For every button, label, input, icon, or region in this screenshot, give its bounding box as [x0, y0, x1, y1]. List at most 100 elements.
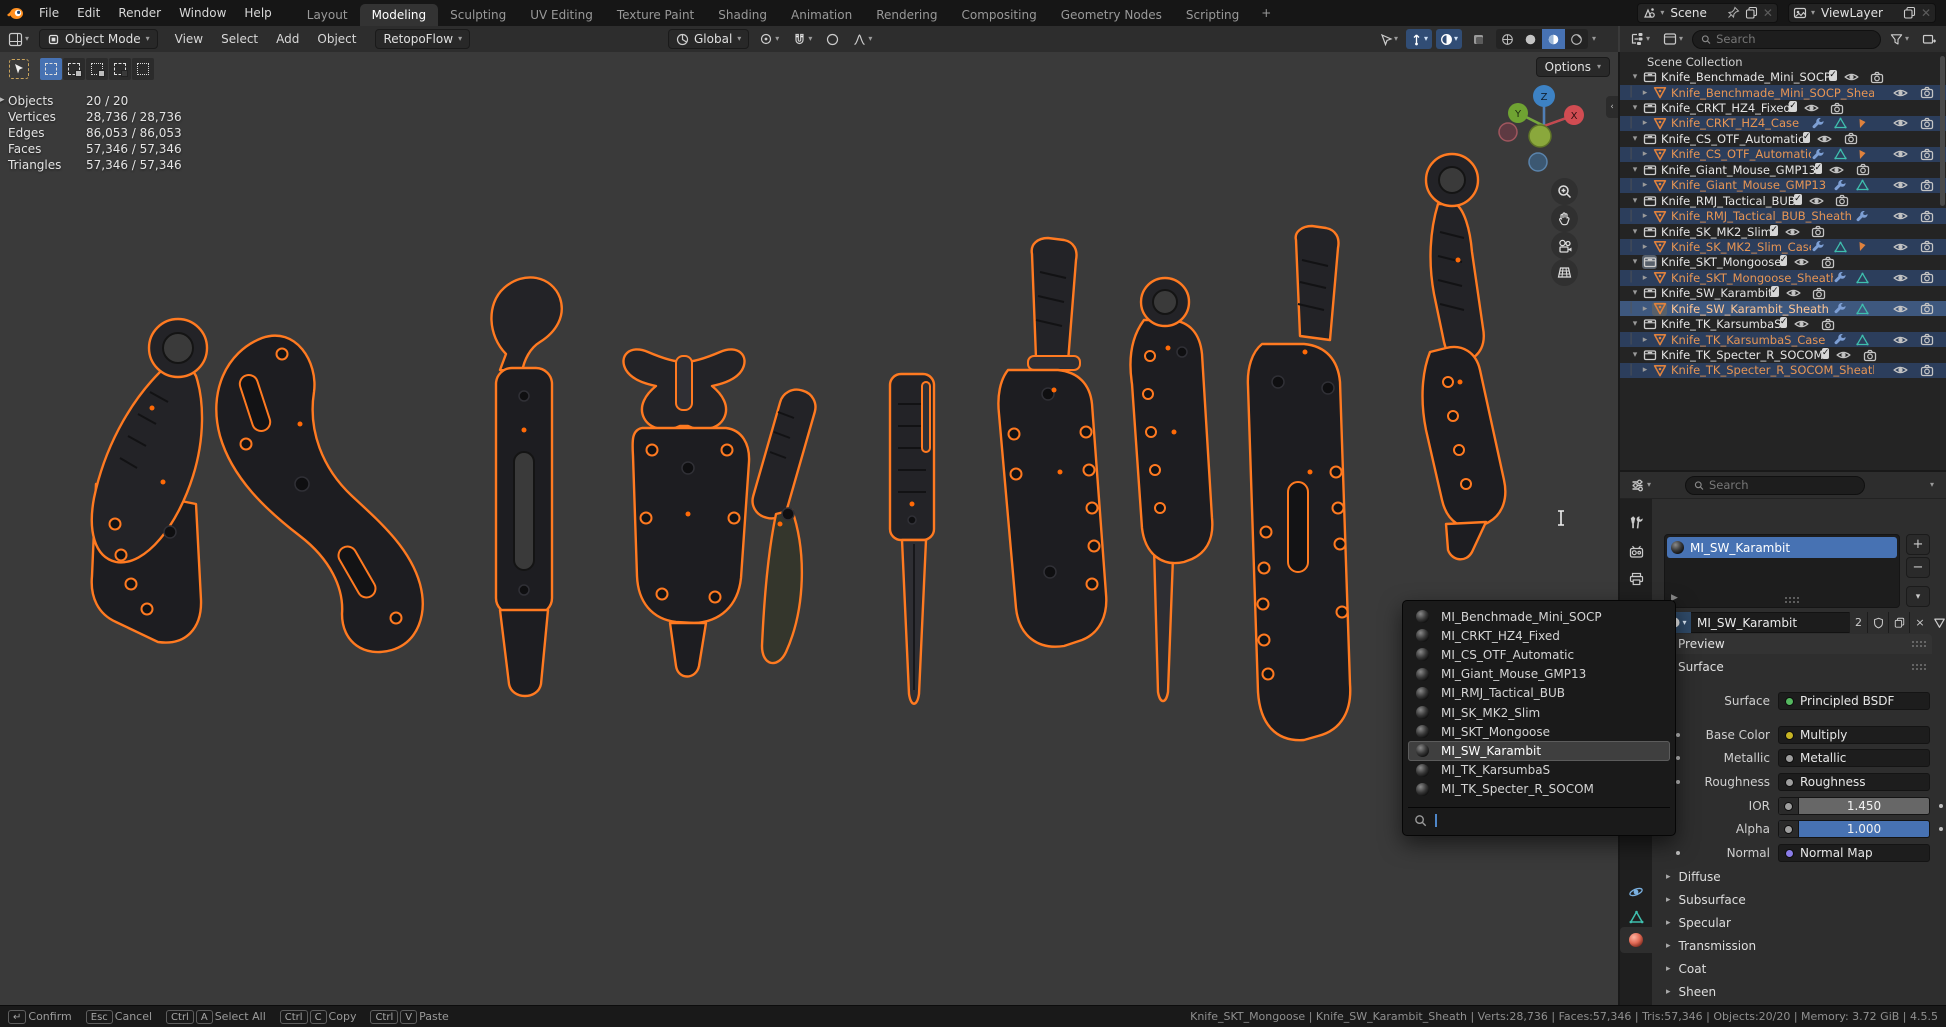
outliner-row-scene-collection[interactable]: Scene Collection	[1620, 54, 1946, 69]
knife-object-bowie[interactable]	[1248, 226, 1350, 740]
outliner-collection-knife-cs-otf-automatic[interactable]: ▾Knife_CS_OTF_Automatic✓	[1620, 131, 1946, 146]
select-mode-set-button[interactable]	[40, 58, 62, 80]
outliner-object-knife-sw-karambit-sheath[interactable]: │▸Knife_SW_Karambit_Sheath	[1620, 301, 1946, 316]
knife-object-hook[interactable]	[491, 277, 561, 696]
tab-tool[interactable]	[1620, 509, 1652, 535]
menu-item-mi-sw-karambit[interactable]: MI_SW_Karambit	[1408, 741, 1670, 760]
zoom-button[interactable]	[1551, 178, 1578, 205]
menu-item-mi-rmj-tactical-bub[interactable]: MI_RMJ_Tactical_BUB	[1408, 684, 1670, 703]
expand-icon[interactable]: ▾	[1628, 319, 1642, 329]
editor-type-button[interactable]: ▾	[4, 29, 33, 49]
proportional-editing-toggle[interactable]	[822, 29, 843, 49]
expand-icon[interactable]: ▸	[1638, 211, 1652, 221]
outliner-object-knife-rmj-tactical-bub-sheath[interactable]: │▸Knife_RMJ_Tactical_BUB_Sheath	[1620, 208, 1946, 223]
checkbox-icon[interactable]: ✓	[1822, 348, 1830, 359]
axis-negative-z[interactable]	[1529, 153, 1547, 171]
section-subsurface[interactable]: ▸Subsurface	[1666, 890, 1936, 910]
surface-section-header[interactable]: Surface	[1652, 657, 1932, 677]
outliner-object-knife-giant-mouse-gmp13[interactable]: │▸Knife_Giant_Mouse_GMP13	[1620, 178, 1946, 193]
knife-object-karambit-sheath[interactable]	[216, 336, 422, 652]
outliner-collection-knife-sw-karambit[interactable]: ▾Knife_SW_Karambit✓	[1620, 286, 1946, 301]
mode-dropdown[interactable]: Object Mode ▾	[39, 29, 158, 49]
property-input-normal[interactable]: Normal Map	[1778, 844, 1930, 862]
outliner-search-input[interactable]	[1716, 32, 1872, 46]
expand-icon[interactable]: ▸	[1638, 118, 1652, 128]
viewport-menu-object[interactable]: Object	[308, 26, 365, 52]
expand-icon[interactable]: ▾	[1628, 196, 1642, 206]
tab-render[interactable]	[1620, 539, 1652, 565]
outliner-collection-knife-tk-karsumbas[interactable]: ▾Knife_TK_KarsumbaS✓	[1620, 316, 1946, 331]
expand-icon[interactable]: ▸	[1638, 180, 1652, 190]
checkbox-icon[interactable]: ✓	[1803, 132, 1811, 143]
shading-wireframe-button[interactable]	[1496, 29, 1519, 49]
3d-viewport[interactable]: .k { fill:#232327; stroke:#ff7a21; strok…	[0, 52, 1618, 1005]
workspace-tab-uv-editing[interactable]: UV Editing	[518, 4, 605, 26]
checkbox-icon[interactable]: ✓	[1815, 163, 1823, 174]
outliner-object-knife-tk-specter-r-socom-sheath[interactable]: │▸Knife_TK_Specter_R_SOCOM_Sheath	[1620, 363, 1946, 378]
workspace-tab-rendering[interactable]: Rendering	[864, 4, 949, 26]
knife-object-paddle-sheath[interactable]	[623, 349, 749, 676]
checkbox-icon[interactable]: ✓	[1780, 255, 1788, 266]
workspace-tab-animation[interactable]: Animation	[779, 4, 864, 26]
checkbox-icon[interactable]: ✓	[1771, 286, 1779, 297]
menu-edit[interactable]: Edit	[68, 0, 109, 26]
select-box-tool-button[interactable]	[6, 56, 32, 82]
outliner-display-mode-dropdown[interactable]: ▾	[1626, 29, 1654, 49]
retopoflow-menu[interactable]: RetopoFlow ▾	[375, 29, 470, 49]
expand-icon[interactable]: ▸	[1638, 242, 1652, 252]
outliner-collection-knife-sk-mk2-slim[interactable]: ▾Knife_SK_MK2_Slim✓	[1620, 224, 1946, 239]
material-users-button[interactable]: 2	[1849, 612, 1867, 633]
new-viewlayer-icon[interactable]	[1903, 6, 1917, 20]
workspace-tab-modeling[interactable]: Modeling	[360, 4, 439, 26]
outliner-scrollbar[interactable]	[1940, 56, 1945, 206]
sidebar-collapse-tab[interactable]: ‹	[1606, 96, 1618, 118]
material-link-dropdown[interactable]: ▾	[1926, 612, 1946, 633]
knife-object-otf[interactable]	[890, 374, 934, 704]
outliner-filter-button[interactable]: ▾	[1886, 29, 1913, 49]
workspace-tab-sculpting[interactable]: Sculpting	[438, 4, 518, 26]
fake-user-button[interactable]	[1867, 612, 1888, 633]
viewport-menu-select[interactable]: Select	[212, 26, 267, 52]
shading-rendered-button[interactable]	[1565, 29, 1588, 49]
knife-object-folder[interactable]	[749, 386, 820, 663]
select-mode-intersect-button[interactable]	[132, 58, 154, 80]
list-resize-grip[interactable]	[1785, 597, 1801, 603]
axis-negative-y[interactable]	[1529, 125, 1551, 147]
viewlayer-selector[interactable]: ▾ ViewLayer ✕	[1788, 3, 1936, 23]
remove-material-slot-button[interactable]: −	[1906, 557, 1930, 578]
property-input-base-color[interactable]: Multiply	[1778, 726, 1930, 744]
menu-item-mi-crkt-hz4-fixed[interactable]: MI_CRKT_HZ4_Fixed	[1408, 626, 1670, 645]
section-coat[interactable]: ▸Coat	[1666, 959, 1936, 979]
material-specials-button[interactable]: ▾	[1906, 586, 1930, 607]
new-material-button[interactable]	[1888, 612, 1909, 633]
overlays-toggle[interactable]: ▾	[1436, 29, 1462, 49]
outliner-object-knife-benchmade-mini-socp-sheath[interactable]: │▸Knife_Benchmade_Mini_SOCP_Sheath	[1620, 85, 1946, 100]
link-dot[interactable]	[1939, 804, 1943, 808]
knife-object-ring-sheath[interactable]	[1131, 278, 1213, 563]
menu-item-mi-tk-specter-r-socom[interactable]: MI_TK_Specter_R_SOCOM	[1408, 780, 1670, 799]
section-diffuse[interactable]: ▸Diffuse	[1666, 867, 1936, 887]
outliner-object-knife-crkt-hz4-case[interactable]: │▸Knife_CRKT_HZ4_Case	[1620, 116, 1946, 131]
outliner-collection-knife-crkt-hz4-fixed[interactable]: ▾Knife_CRKT_HZ4_Fixed✓	[1620, 100, 1946, 115]
scene-selector[interactable]: ▾ Scene ✕	[1637, 3, 1778, 23]
knife-object-fixed-blade[interactable]	[998, 238, 1106, 647]
expand-icon[interactable]: ▾	[1628, 227, 1642, 237]
section-sheen[interactable]: ▸Sheen	[1666, 982, 1936, 1002]
tab-output[interactable]	[1620, 566, 1652, 592]
expand-icon[interactable]: ▸	[1638, 88, 1652, 98]
xray-toggle[interactable]	[1466, 29, 1492, 49]
snap-target-dropdown[interactable]: ▾	[755, 29, 783, 49]
outliner-object-knife-skt-mongoose-sheath[interactable]: │▸Knife_SKT_Mongoose_Sheath	[1620, 270, 1946, 285]
checkbox-icon[interactable]: ✓	[1780, 317, 1788, 328]
new-collection-button[interactable]	[1918, 29, 1940, 49]
properties-editor-type-button[interactable]: ▾	[1626, 475, 1655, 495]
property-input-metallic[interactable]: Metallic	[1778, 749, 1930, 767]
add-workspace-button[interactable]: +	[1251, 0, 1281, 26]
menu-item-mi-skt-mongoose[interactable]: MI_SKT_Mongoose	[1408, 722, 1670, 741]
outliner-search[interactable]	[1692, 30, 1881, 49]
material-name-field[interactable]: MI_SW_Karambit	[1691, 612, 1849, 633]
menu-item-mi-sk-mk2-slim[interactable]: MI_SK_MK2_Slim	[1408, 703, 1670, 722]
add-material-slot-button[interactable]: +	[1906, 534, 1930, 555]
select-mode-extend-button[interactable]	[63, 58, 85, 80]
expand-icon[interactable]: ▾	[1628, 165, 1642, 175]
